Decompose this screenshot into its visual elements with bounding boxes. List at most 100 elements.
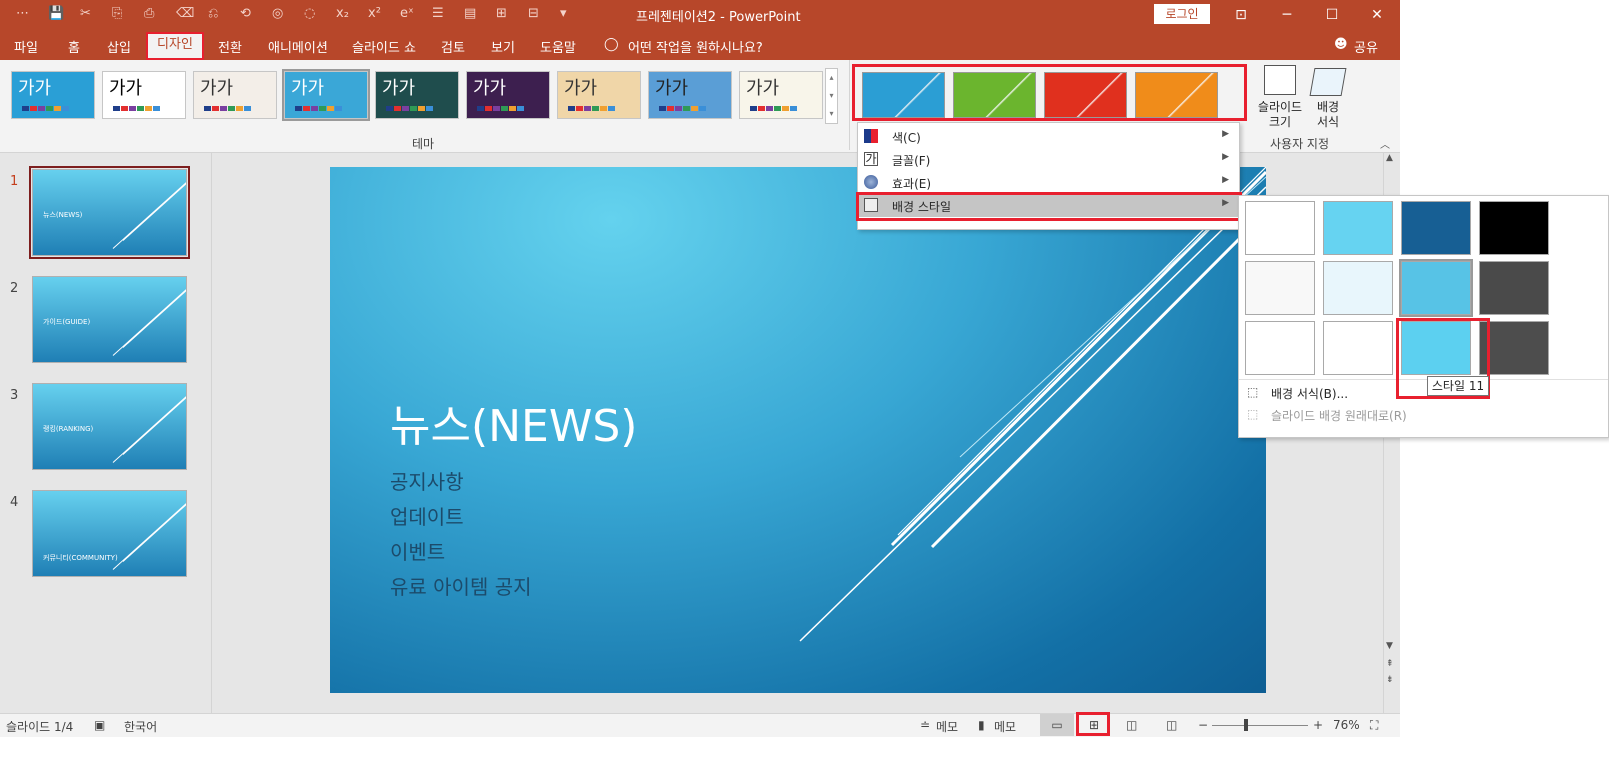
variant-thumbnail[interactable]	[1044, 72, 1127, 118]
tab-transitions[interactable]: 전환	[218, 37, 242, 56]
theme-thumbnail[interactable]: 가가	[282, 69, 370, 121]
menu-item-background-styles[interactable]: 배경 스타일 ▶	[858, 194, 1239, 217]
theme-thumbnail[interactable]: 가가	[739, 71, 823, 119]
reset-background-menu-item[interactable]: 슬라이드 배경 원래대로(R)	[1271, 407, 1407, 424]
theme-color-swatches	[477, 106, 524, 111]
slideshow-view-icon[interactable]: ◫	[1166, 718, 1177, 732]
zoom-out-icon[interactable]: −	[1198, 718, 1208, 732]
scroll-down-icon[interactable]: ▼	[1386, 641, 1393, 651]
variant-thumbnail[interactable]	[953, 72, 1036, 118]
menu-item-colors[interactable]: 색(C) ▶	[858, 125, 1239, 148]
notes-button[interactable]: 메모	[936, 718, 958, 735]
background-style-swatch[interactable]	[1479, 321, 1549, 375]
background-style-swatch[interactable]	[1245, 321, 1315, 375]
format-background-button[interactable]: 배경 서식	[1310, 100, 1346, 130]
theme-thumbnail[interactable]: 가가	[375, 71, 459, 119]
collapse-ribbon-icon[interactable]: ︿	[1380, 136, 1390, 151]
close-button[interactable]: ✕	[1362, 4, 1392, 26]
zoom-slider-thumb[interactable]	[1244, 719, 1248, 731]
variant-thumbnail[interactable]	[1135, 72, 1218, 118]
subscript-icon[interactable]: x₂	[336, 6, 349, 21]
language-indicator[interactable]: 한국어	[124, 718, 157, 735]
theme-thumbnail[interactable]: 가가	[648, 71, 732, 119]
grid-icon[interactable]: ⊞	[496, 6, 507, 21]
minimize-button[interactable]: ─	[1272, 4, 1302, 26]
share-button[interactable]: 공유	[1354, 37, 1378, 56]
slide-thumbnail[interactable]: 랭킹(RANKING)	[32, 383, 187, 470]
align-icon[interactable]: ☰	[432, 6, 444, 21]
save-icon[interactable]: 💾	[48, 6, 64, 21]
zoom-slider[interactable]	[1212, 725, 1308, 726]
tab-design[interactable]: 디자인	[146, 32, 204, 60]
slide-thumbnail[interactable]: 뉴스(NEWS)	[29, 166, 190, 259]
tab-view[interactable]: 보기	[491, 37, 515, 56]
table-icon[interactable]: ▤	[464, 6, 476, 21]
equation-icon[interactable]: eˣ	[400, 6, 414, 21]
theme-thumbnail[interactable]: 가가	[557, 71, 641, 119]
zoom-level[interactable]: 76%	[1333, 718, 1360, 732]
tab-insert[interactable]: 삽입	[107, 37, 131, 56]
zoom-in-icon[interactable]: +	[1313, 718, 1323, 732]
slide-sorter-view-icon[interactable]: ⊞	[1078, 714, 1110, 736]
normal-view-icon[interactable]: ▭	[1040, 714, 1074, 736]
tell-me-box[interactable]: 어떤 작업을 원하시나요?	[628, 37, 763, 56]
customize-qat-icon[interactable]: ▾	[560, 6, 567, 21]
background-style-swatch[interactable]	[1245, 201, 1315, 255]
tab-animations[interactable]: 애니메이션	[268, 37, 328, 56]
slide-thumbnail[interactable]: 커뮤니티(COMMUNITY)	[32, 490, 187, 577]
slide-size-button[interactable]: 슬라이드 크기	[1256, 100, 1304, 130]
slide-bullet[interactable]: 유료 아이템 공지	[390, 571, 532, 600]
shape-icon[interactable]: ◎	[272, 6, 283, 21]
theme-thumbnail[interactable]: 가가	[466, 71, 550, 119]
theme-thumbnail[interactable]: 가가	[11, 71, 95, 119]
menu-item-fonts[interactable]: 가 글꼴(F) ▶	[858, 148, 1239, 171]
background-style-swatch[interactable]	[1399, 259, 1473, 317]
tab-review[interactable]: 검토	[441, 37, 465, 56]
accessibility-icon[interactable]: ▣	[94, 718, 105, 732]
slide-title[interactable]: 뉴스(NEWS)	[390, 390, 637, 454]
tab-slideshow[interactable]: 슬라이드 쇼	[352, 37, 416, 56]
variant-thumbnail[interactable]	[862, 72, 945, 118]
superscript-icon[interactable]: x²	[368, 6, 381, 21]
redo-icon[interactable]: ⟲	[240, 6, 251, 21]
tab-home[interactable]: 홈	[68, 37, 80, 56]
delete-icon[interactable]: ⌫	[176, 6, 194, 21]
gallery-scroll[interactable]: ▴ ▾ ▾	[825, 68, 838, 124]
scroll-up-icon[interactable]: ▲	[1386, 153, 1393, 163]
menu-icon[interactable]: ⋯	[16, 6, 29, 21]
tab-file[interactable]: 파일	[14, 37, 38, 56]
background-style-swatch[interactable]	[1401, 321, 1471, 375]
background-style-swatch[interactable]	[1401, 201, 1471, 255]
theme-thumbnail[interactable]: 가가	[102, 71, 186, 119]
slide-canvas[interactable]: 뉴스(NEWS) 공지사항 업데이트 이벤트 유료 아이템 공지	[330, 167, 1266, 693]
background-style-swatch[interactable]	[1245, 261, 1315, 315]
cut-icon[interactable]: ✂	[80, 6, 91, 21]
ribbon-display-options-icon[interactable]: ⊡	[1226, 4, 1256, 26]
undo-icon[interactable]: ⎌	[208, 6, 218, 21]
comments-button[interactable]: 메모	[994, 718, 1016, 735]
grid2-icon[interactable]: ⊟	[528, 6, 539, 21]
background-style-swatch[interactable]	[1479, 201, 1549, 255]
background-style-swatch[interactable]	[1479, 261, 1549, 315]
slide-thumbnail[interactable]: 가이드(GUIDE)	[32, 276, 187, 363]
paste-icon[interactable]: ⎙	[144, 6, 154, 21]
next-slide-icon[interactable]: ⇟	[1386, 675, 1394, 685]
slide-bullet[interactable]: 공지사항	[390, 466, 464, 495]
slide-bullet[interactable]: 이벤트	[390, 536, 445, 565]
theme-sample-text: 가가	[746, 78, 780, 99]
background-style-swatch[interactable]	[1323, 261, 1393, 315]
shape2-icon[interactable]: ◌	[304, 6, 315, 21]
theme-thumbnail[interactable]: 가가	[193, 71, 277, 119]
tab-help[interactable]: 도움말	[540, 37, 576, 56]
reading-view-icon[interactable]: ◫	[1126, 718, 1137, 732]
fit-to-window-icon[interactable]: ⛶	[1370, 718, 1378, 733]
menu-item-effects[interactable]: 효과(E) ▶	[858, 171, 1239, 194]
prev-slide-icon[interactable]: ⇞	[1386, 659, 1394, 669]
copy-icon[interactable]: ⎘	[112, 6, 122, 21]
background-style-swatch[interactable]	[1323, 201, 1393, 255]
background-style-swatch[interactable]	[1323, 321, 1393, 375]
format-background-menu-item[interactable]: 배경 서식(B)...	[1271, 385, 1348, 402]
slide-bullet[interactable]: 업데이트	[390, 501, 464, 530]
maximize-button[interactable]: ☐	[1317, 4, 1347, 26]
login-button[interactable]: 로그인	[1154, 4, 1210, 24]
